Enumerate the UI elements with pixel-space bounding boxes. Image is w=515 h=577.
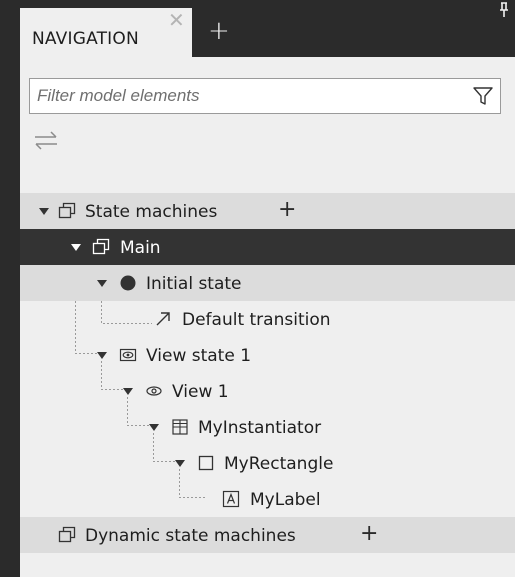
tab-navigation-label: NAVIGATION xyxy=(32,29,139,49)
tree-item-label: MyLabel xyxy=(250,490,321,510)
text-label-icon xyxy=(222,490,240,508)
tree-item-myrectangle[interactable]: MyRectangle xyxy=(20,445,515,481)
sync-icon[interactable] xyxy=(32,129,60,151)
tree-item-default-transition[interactable]: Default transition xyxy=(20,301,515,337)
filter-input[interactable] xyxy=(30,79,460,113)
tree-panel: State machines + Main Initial state xyxy=(20,57,515,577)
tree-item-label: Initial state xyxy=(146,274,242,294)
state-machine-icon xyxy=(58,526,76,543)
expand-arrow-icon[interactable] xyxy=(39,208,49,215)
pin-icon[interactable] xyxy=(496,2,512,18)
expand-arrow-icon[interactable] xyxy=(97,352,107,359)
transition-arrow-icon xyxy=(156,312,170,326)
navigation-panel: NAVIGATION ✕ + Filter model elements Sta… xyxy=(0,0,515,577)
add-dynamic-state-machine-icon[interactable]: + xyxy=(360,523,378,545)
tree-item-label: MyInstantiator xyxy=(198,418,322,438)
grid-icon xyxy=(172,419,188,435)
tree-item-view-state-1[interactable]: View state 1 xyxy=(20,337,515,373)
view-state-icon xyxy=(119,348,137,362)
expand-arrow-icon[interactable] xyxy=(149,424,159,431)
state-machine-icon xyxy=(92,238,110,255)
expand-arrow-icon[interactable] xyxy=(97,280,107,287)
expand-arrow-icon[interactable] xyxy=(175,460,185,467)
filter-icon[interactable] xyxy=(472,85,494,107)
tree-item-myinstantiator[interactable]: MyInstantiator xyxy=(20,409,515,445)
tree-item-label: View state 1 xyxy=(146,346,252,366)
tree-item-label: MyRectangle xyxy=(224,454,334,474)
state-machine-icon xyxy=(58,202,76,219)
tree-item-label: Default transition xyxy=(182,310,331,330)
tree-item-label: Main xyxy=(120,238,161,258)
tree-item-label: Dynamic state machines xyxy=(85,526,296,546)
add-state-machine-icon[interactable]: + xyxy=(278,199,296,221)
tab-bar: NAVIGATION ✕ + xyxy=(0,0,515,57)
close-icon[interactable]: ✕ xyxy=(168,10,185,30)
expand-arrow-icon[interactable] xyxy=(123,388,133,395)
initial-state-icon xyxy=(120,275,136,291)
expand-arrow-icon[interactable] xyxy=(71,244,81,251)
tree-item-mylabel[interactable]: MyLabel xyxy=(20,481,515,517)
tab-navigation[interactable]: NAVIGATION ✕ xyxy=(20,8,192,57)
filter-box xyxy=(29,78,501,114)
tree-item-initial-state[interactable]: Initial state xyxy=(20,265,515,301)
rectangle-icon xyxy=(198,455,214,471)
tree-item-view-1[interactable]: View 1 xyxy=(20,373,515,409)
tree-item-state-machines[interactable]: State machines + xyxy=(20,193,515,229)
tree-item-dynamic-state-machines[interactable]: Dynamic state machines + xyxy=(20,517,515,553)
add-tab-icon[interactable]: + xyxy=(208,18,230,44)
tree-item-main[interactable]: Main xyxy=(20,229,515,265)
tree-item-label: State machines xyxy=(85,202,218,222)
tree-item-label: View 1 xyxy=(172,382,229,402)
eye-icon xyxy=(146,386,162,396)
